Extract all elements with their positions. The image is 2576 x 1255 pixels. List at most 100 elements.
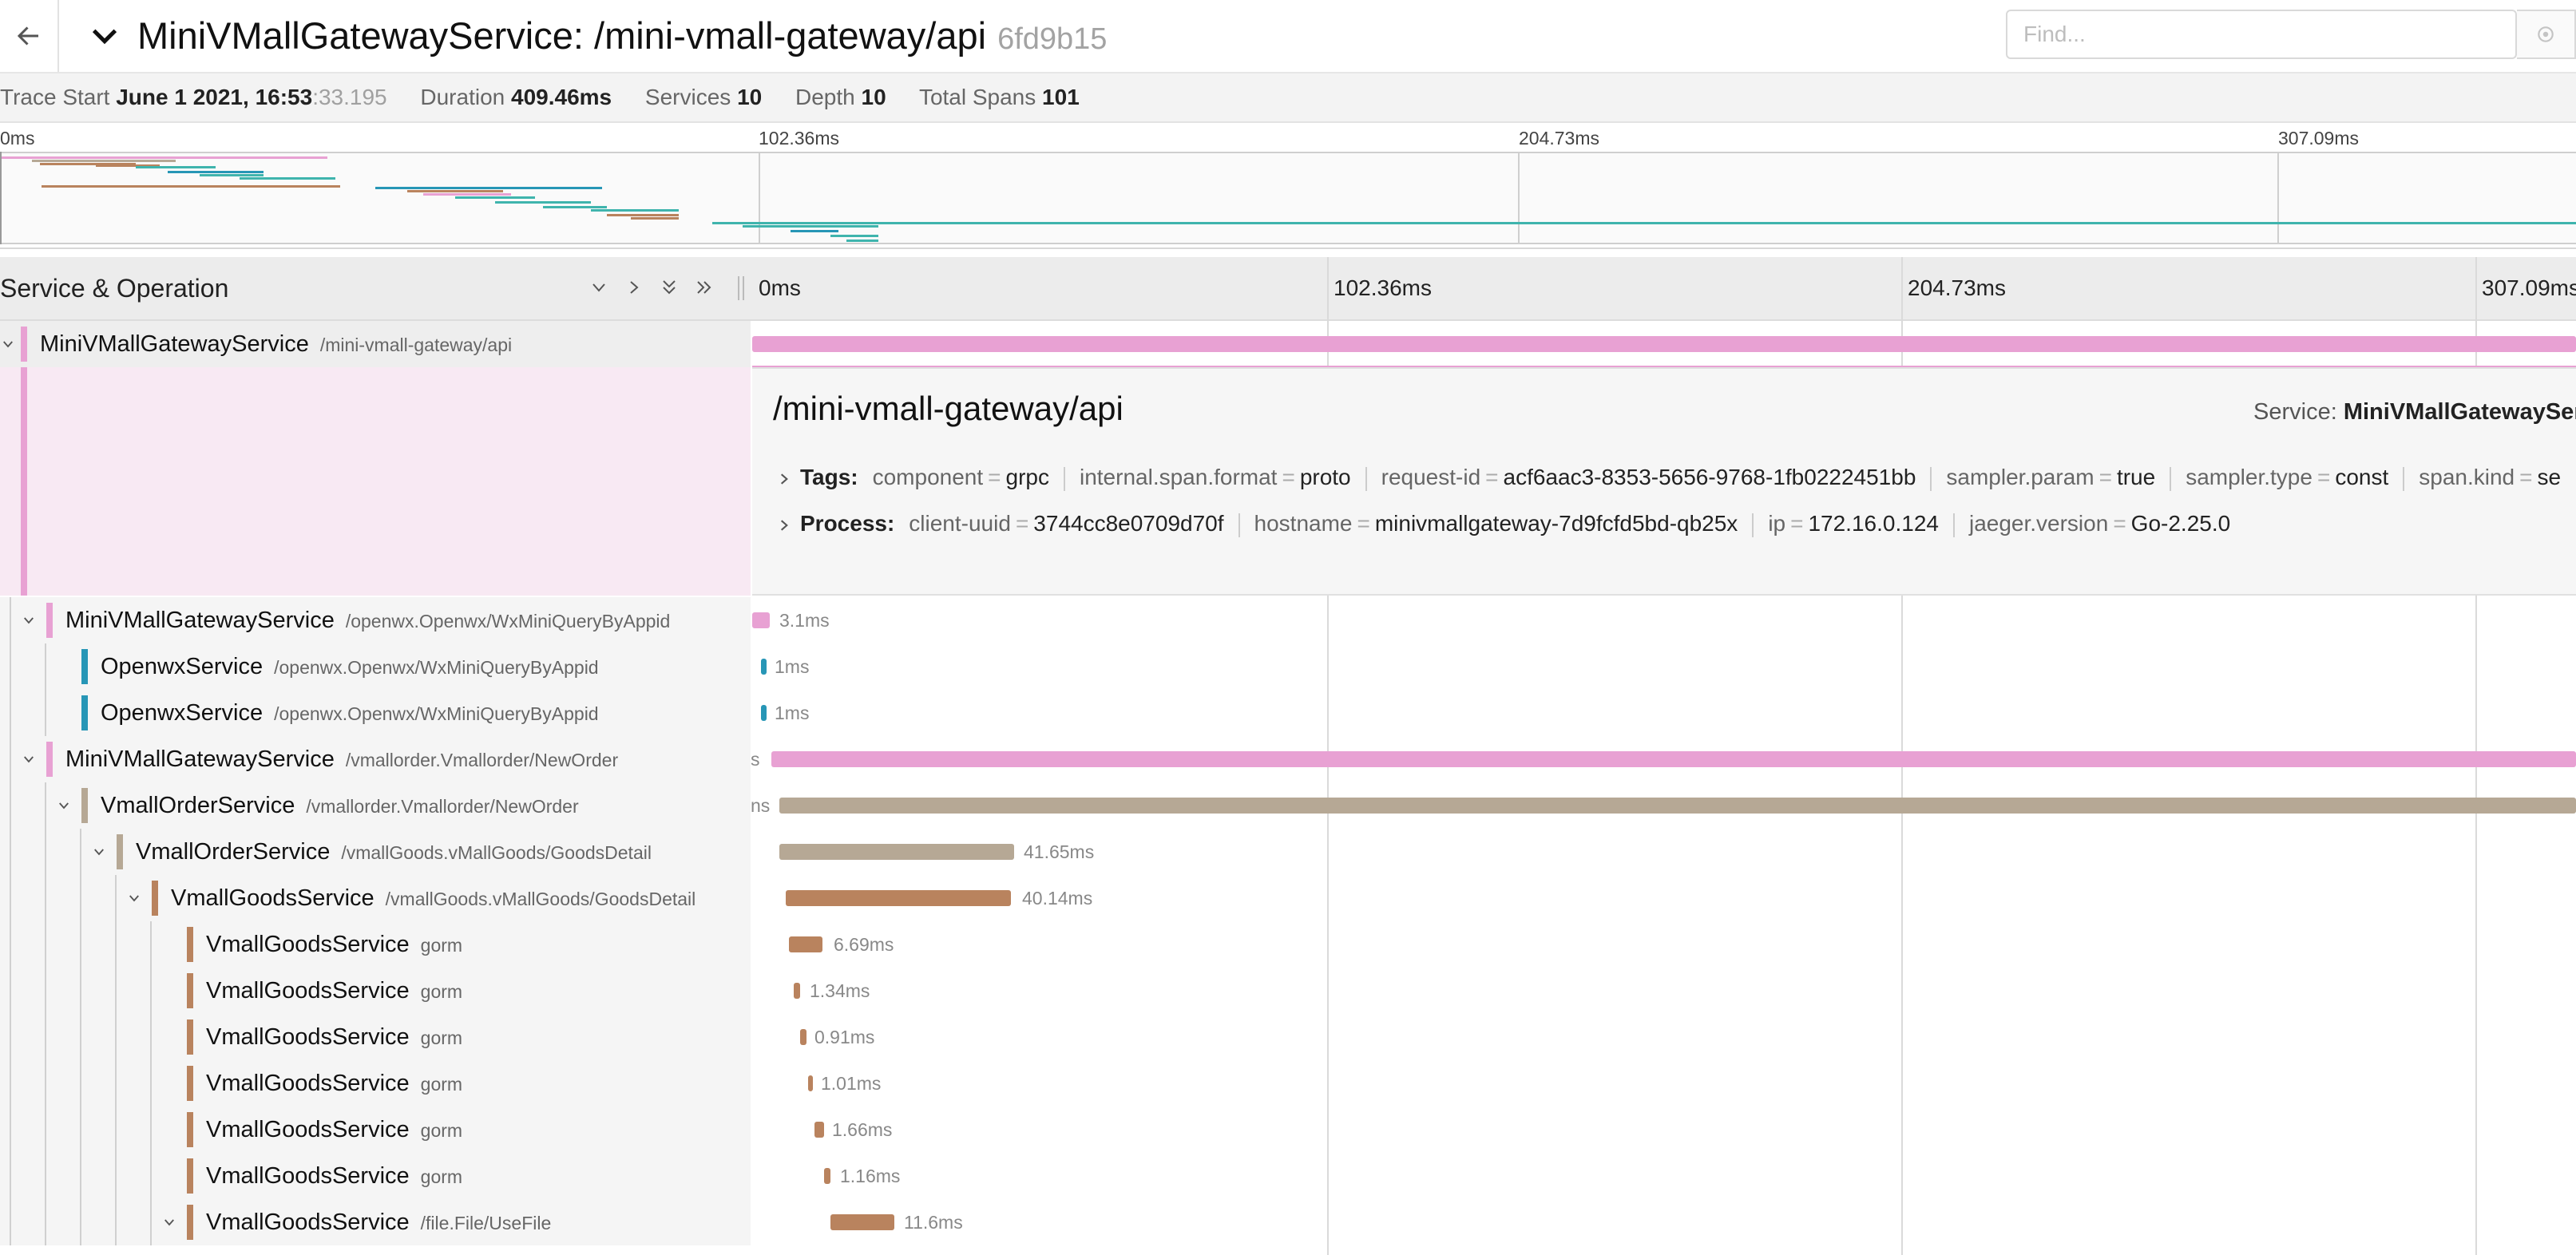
span-bar[interactable] <box>814 1122 824 1138</box>
span-name-cell[interactable]: VmallOrderService/vmallGoods.vMallGoods/… <box>0 829 751 875</box>
minimap-canvas[interactable] <box>0 152 2576 244</box>
indent-guide <box>10 1153 11 1199</box>
tags-row[interactable]: Tags: component = grpc internal.span.format =… <box>776 465 2572 491</box>
span-name-cell[interactable]: VmallGoodsService gorm <box>0 968 751 1014</box>
span-toggle-chevron[interactable] <box>158 1210 180 1234</box>
trace-duration: Duration 409.46ms <box>420 85 612 109</box>
span-bar[interactable] <box>771 751 2576 767</box>
span-row[interactable]: VmallGoodsService gorm 1.16ms <box>0 1153 2576 1199</box>
span-bar[interactable] <box>779 844 1014 860</box>
span-row[interactable]: VmallOrderService/vmallorder.Vmallorder/… <box>0 782 2576 829</box>
minimap-tick-label: 0ms <box>0 128 35 148</box>
chevron-down-icon <box>24 617 34 624</box>
span-bar[interactable] <box>794 983 800 999</box>
span-toggle-chevron[interactable] <box>53 794 75 818</box>
span-toggle-chevron[interactable] <box>88 840 110 864</box>
span-name-cell[interactable]: VmallGoodsService/vmallGoods.vMallGoods/… <box>0 875 751 921</box>
indent-guide <box>80 1153 81 1199</box>
span-row[interactable]: VmallGoodsService gorm 6.69ms <box>0 921 2576 968</box>
minimap-span <box>846 240 878 242</box>
process-item: hostname = minivmallgateway-7d9fcfd5bd-qb2… <box>1254 511 1738 536</box>
span-row[interactable]: VmallGoodsService gorm 0.91ms <box>0 1014 2576 1060</box>
span-row-root[interactable]: MiniVMallGatewayService/mini-vmall-gatew… <box>0 321 2576 369</box>
span-toggle-chevron[interactable] <box>18 747 40 771</box>
span-name-cell[interactable]: OpenwxService/openwx.Openwx/WxMiniQueryB… <box>0 643 751 690</box>
span-bar[interactable] <box>761 705 767 721</box>
span-name-cell[interactable]: VmallGoodsService gorm <box>0 1107 751 1153</box>
span-row[interactable]: MiniVMallGatewayService/openwx.Openwx/Wx… <box>0 597 2576 643</box>
span-bar[interactable] <box>824 1168 830 1184</box>
collapse-trace-button[interactable] <box>85 16 125 56</box>
trace-minimap[interactable]: 0ms 102.36ms 204.73ms 307.09ms <box>0 123 2576 249</box>
span-name-cell[interactable]: MiniVMallGatewayService/vmallorder.Vmall… <box>0 736 751 782</box>
indent-guide <box>115 1107 117 1153</box>
span-bar[interactable] <box>808 1075 813 1091</box>
timeline-header: Service & Operation 0ms 102.36ms 204.73m… <box>0 257 2576 321</box>
span-row[interactable]: VmallGoodsService/file.File/UseFile 11.6m… <box>0 1199 2576 1245</box>
span-bar[interactable] <box>761 659 767 675</box>
span-operation-name: /vmallorder.Vmallorder/NewOrder <box>345 750 619 770</box>
span-service-name: VmallGoodsService/file.File/UseFile <box>206 1199 551 1246</box>
tag-key: request-id <box>1381 465 1481 489</box>
expand-all-button[interactable] <box>688 271 720 303</box>
span-row[interactable]: VmallOrderService/vmallGoods.vMallGoods/… <box>0 829 2576 875</box>
span-row[interactable]: VmallGoodsService/vmallGoods.vMallGoods/… <box>0 875 2576 921</box>
span-bar[interactable] <box>779 798 2576 814</box>
find-input[interactable] <box>2006 10 2517 59</box>
span-name-cell[interactable]: VmallGoodsService gorm <box>0 921 751 968</box>
kv-separator <box>2170 466 2172 491</box>
span-service-text: MiniVMallGatewayService <box>40 331 309 357</box>
span-toggle-chevron[interactable] <box>0 332 19 356</box>
span-service-name: VmallOrderService/vmallorder.Vmallorder/… <box>101 782 579 829</box>
span-toggle-chevron[interactable] <box>123 886 145 910</box>
span-name-cell[interactable]: VmallGoodsService gorm <box>0 1153 751 1199</box>
span-row[interactable]: VmallGoodsService gorm 1.34ms <box>0 968 2576 1014</box>
span-bar[interactable] <box>800 1029 806 1045</box>
indent-guide <box>115 968 117 1014</box>
span-bar[interactable] <box>752 612 770 628</box>
expand-one-button[interactable] <box>618 271 650 303</box>
indent-guide <box>10 875 11 921</box>
span-operation-name: gorm <box>420 935 463 956</box>
process-row[interactable]: Process: client-uuid = 3744cc8e0709d70f host… <box>776 511 2241 537</box>
span-row[interactable]: VmallGoodsService gorm 1.66ms <box>0 1107 2576 1153</box>
span-service-name: MiniVMallGatewayService/vmallorder.Vmall… <box>65 736 618 783</box>
column-resize-handle[interactable] <box>738 276 744 300</box>
chevron-down-icon <box>94 849 104 856</box>
span-name-cell[interactable]: VmallGoodsService gorm <box>0 1014 751 1060</box>
minimap-handle[interactable] <box>0 152 2 244</box>
span-name-cell[interactable]: VmallGoodsService/file.File/UseFile <box>0 1199 751 1245</box>
span-bar[interactable] <box>786 890 1011 906</box>
span-name-cell[interactable]: VmallOrderService/vmallorder.Vmallorder/… <box>0 782 751 829</box>
span-row[interactable]: VmallGoodsService gorm 1.01ms <box>0 1060 2576 1107</box>
span-service-text: VmallGoodsService <box>206 932 410 957</box>
indent-guide <box>10 643 11 690</box>
minimap-span <box>830 235 878 237</box>
tag-key: sampler.type <box>2186 465 2312 489</box>
collapse-all-button[interactable] <box>653 271 685 303</box>
span-bar[interactable] <box>789 936 822 952</box>
span-name-cell[interactable]: MiniVMallGatewayService/openwx.Openwx/Wx… <box>0 597 751 643</box>
span-duration: 40.14ms <box>1022 888 1093 909</box>
span-duration: 41.65ms <box>1024 841 1095 862</box>
span-bar[interactable] <box>752 336 2576 352</box>
tag-value: acf6aac3-8353-5656-9768-1fb0222451bb <box>1503 465 1916 489</box>
find-help-button[interactable] <box>2517 10 2576 59</box>
span-service-text: VmallGoodsService <box>206 978 410 1004</box>
span-row[interactable]: MiniVMallGatewayService/vmallorder.Vmall… <box>0 736 2576 782</box>
span-name-cell[interactable]: OpenwxService/openwx.Openwx/WxMiniQueryB… <box>0 690 751 736</box>
span-row[interactable]: OpenwxService/openwx.Openwx/WxMiniQueryB… <box>0 690 2576 736</box>
minimap-span <box>407 190 503 192</box>
span-bar[interactable] <box>830 1214 894 1230</box>
span-operation-name: gorm <box>420 1120 463 1141</box>
span-name-cell[interactable]: MiniVMallGatewayService/mini-vmall-gatew… <box>0 321 751 367</box>
collapse-one-button[interactable] <box>583 271 615 303</box>
span-row[interactable]: OpenwxService/openwx.Openwx/WxMiniQueryB… <box>0 643 2576 690</box>
span-name-cell[interactable]: VmallGoodsService gorm <box>0 1060 751 1107</box>
back-button[interactable] <box>0 0 59 72</box>
span-service-text: OpenwxService <box>101 654 264 679</box>
timeline-tick-label: 102.36ms <box>1334 275 1432 300</box>
span-toggle-chevron[interactable] <box>18 608 40 632</box>
span-operation-name: /mini-vmall-gateway/api <box>319 335 513 355</box>
span-duration: ns <box>751 795 771 816</box>
